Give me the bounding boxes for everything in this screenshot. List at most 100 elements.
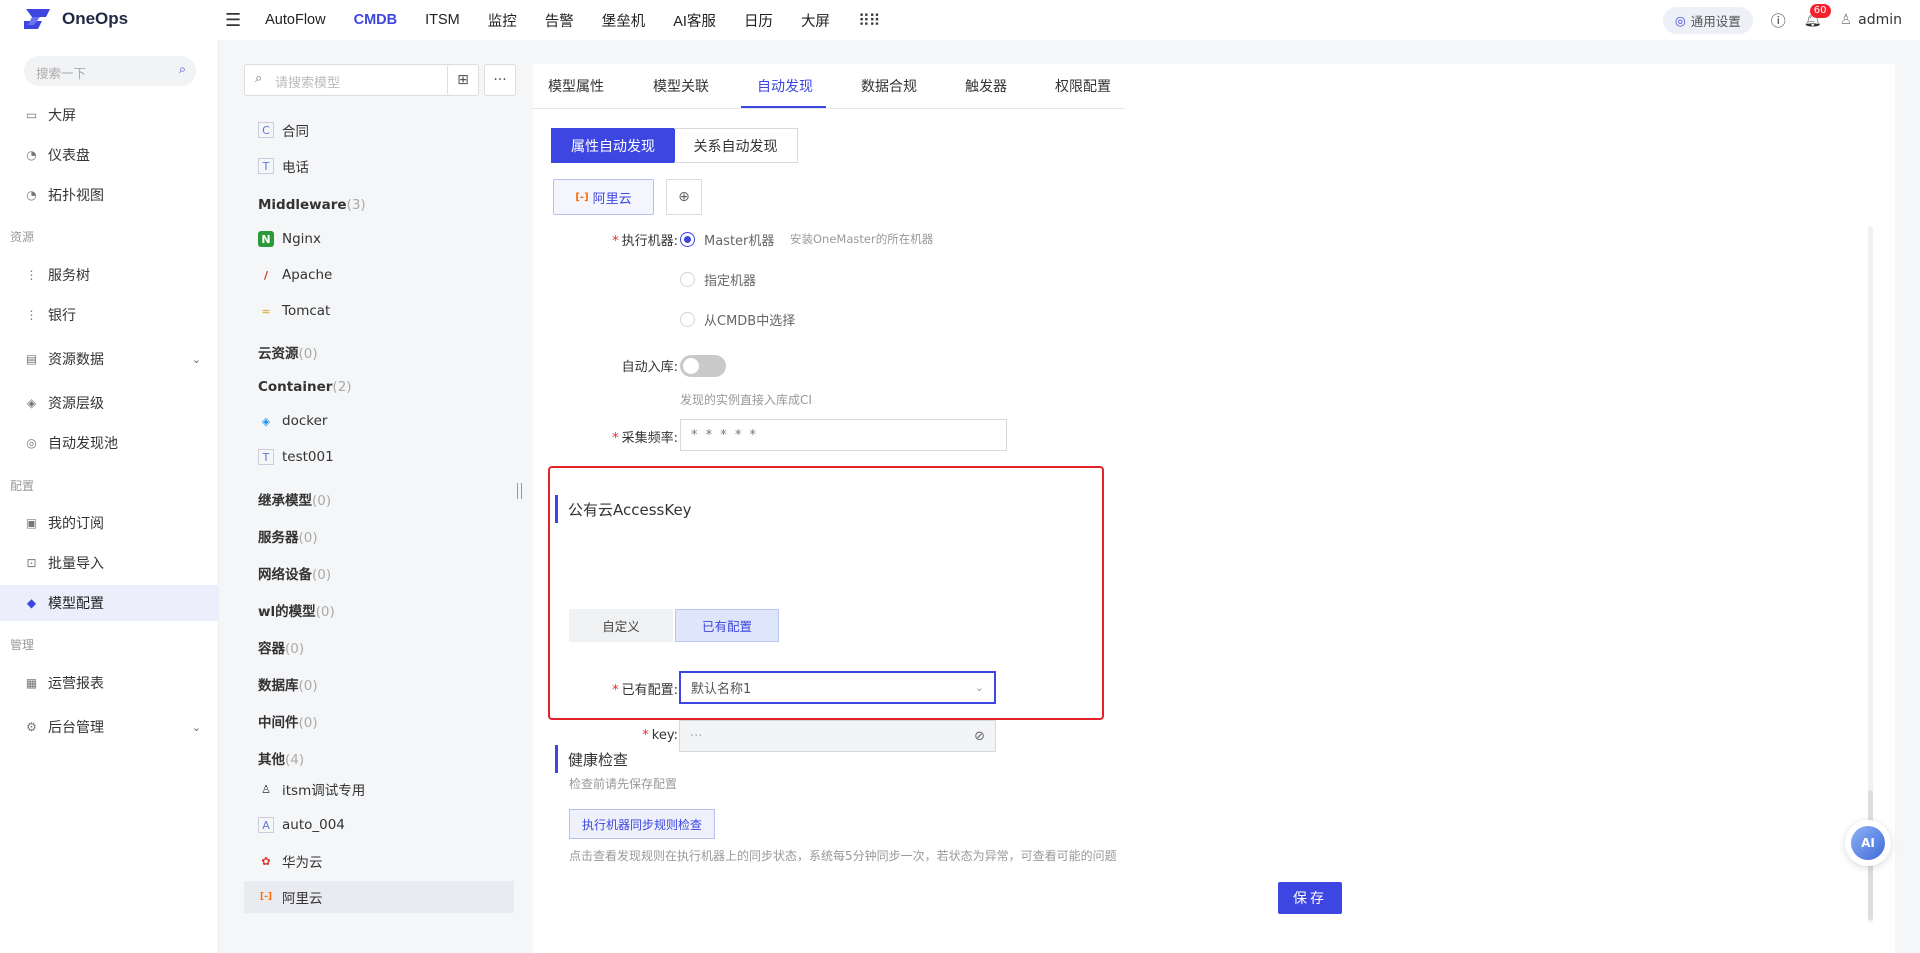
tree-group-wl[interactable]: wl的模型(0) (258, 600, 335, 620)
tab-model-relations[interactable]: 模型关联 (653, 76, 709, 96)
tab-auto-discover[interactable]: 自动发现 (757, 76, 813, 96)
tab-triggers[interactable]: 触发器 (965, 76, 1007, 96)
tree-group-container[interactable]: Container(2) (258, 379, 352, 395)
add-chip-button[interactable]: ⊕ (666, 179, 702, 215)
key-label: * key: (642, 728, 678, 743)
sidebar-item-label: 拓扑视图 (48, 188, 104, 204)
tree-item-test001[interactable]: Ttest001 (258, 445, 334, 469)
panel-resize-handle[interactable] (517, 483, 522, 499)
nav-cmdb[interactable]: CMDB (354, 12, 398, 28)
search-icon: ⌕ (178, 61, 186, 76)
save-button[interactable]: 保存 (1278, 882, 1342, 914)
tree-item-contract[interactable]: C 合同 (258, 118, 309, 142)
tree-item-label: docker (282, 413, 328, 429)
user-name[interactable]: admin (1858, 12, 1902, 28)
model-search-placeholder: 请搜索模型 (275, 76, 341, 91)
tree-item-aliyun[interactable]: [-] 阿里云 (258, 885, 322, 909)
relation-discover-button[interactable]: 关系自动发现 (674, 128, 798, 163)
bank-icon: ⋮ (25, 308, 38, 322)
tree-group-middleware[interactable]: Middleware(3) (258, 197, 366, 213)
notification-bell-icon[interactable]: 🔔︎ 60 (1804, 4, 1831, 28)
tree-item-nginx[interactable]: N Nginx (258, 227, 321, 251)
logo[interactable]: OneOps (22, 7, 128, 31)
help-icon[interactable]: ⓘ (1771, 10, 1786, 31)
sidebar-item-service-tree[interactable]: ⋮ 服务树 (0, 257, 219, 293)
tree-item-label: 电话 (282, 160, 309, 176)
radio-master[interactable] (680, 232, 695, 247)
radio-cmdb[interactable] (680, 312, 695, 327)
attr-discover-button[interactable]: 属性自动发现 (551, 128, 675, 163)
auto-store-hint: 发现的实例直接入库成CI (680, 393, 812, 407)
tree-group-label: 云资源 (258, 346, 299, 362)
tree-group-cloud[interactable]: 云资源(0) (258, 342, 318, 362)
general-settings-button[interactable]: ◎ 通用设置 (1662, 6, 1753, 34)
tree-group-count: (4) (285, 752, 305, 768)
sidebar-item-resource-layers[interactable]: ◈ 资源层级 (0, 385, 219, 421)
top-right: ◎ 通用设置 ⓘ 🔔︎ 60 ♙ admin (1662, 0, 1902, 40)
sidebar-item-discover-pool[interactable]: ◎ 自动发现池 (0, 425, 219, 461)
apps-grid-icon[interactable]: ⠿⠿ (858, 11, 880, 30)
key-input[interactable]: ··· ⊘ (679, 720, 996, 752)
tree-item-apache[interactable]: / Apache (258, 263, 332, 287)
sidebar-item-bigscreen[interactable]: ▭ 大屏 (0, 97, 219, 133)
health-check-hint: 检查前请先保存配置 (569, 777, 678, 791)
tree-group-other[interactable]: 其他(4) (258, 748, 304, 768)
tree-item-itsm-debug[interactable]: ♙ itsm调试专用 (258, 777, 365, 801)
seg-existing-button[interactable]: 已有配置 (675, 609, 779, 642)
sidebar-item-topology[interactable]: ◔ 拓扑视图 (0, 177, 219, 213)
tree-group-middleware-cn[interactable]: 中间件(0) (258, 711, 318, 731)
tab-model-attributes[interactable]: 模型属性 (548, 76, 604, 96)
tree-item-tomcat[interactable]: ≈ Tomcat (258, 299, 330, 323)
tab-permissions[interactable]: 权限配置 (1055, 76, 1111, 96)
radio-specify[interactable] (680, 272, 695, 287)
tree-item-huawei-cloud[interactable]: ✿ 华为云 (258, 849, 322, 873)
sidebar-item-ops-report[interactable]: ▦ 运营报表 (0, 665, 219, 701)
frequency-label-text: 采集频率 (621, 431, 674, 446)
sidebar-item-admin[interactable]: ⚙ 后台管理 ⌄ (0, 709, 219, 745)
nav-calendar[interactable]: 日历 (744, 10, 773, 31)
frequency-input[interactable]: * * * * * (680, 419, 1007, 451)
tree-group-network[interactable]: 网络设备(0) (258, 563, 331, 583)
active-tab-underline (741, 106, 826, 108)
eye-off-icon[interactable]: ⊘ (974, 729, 985, 744)
sidebar-item-resource-data[interactable]: ▤ 资源数据 ⌄ (0, 341, 219, 377)
sidebar-item-bank[interactable]: ⋮ 银行 (0, 297, 219, 333)
tree-group-inherit[interactable]: 继承模型(0) (258, 489, 331, 509)
aliyun-chip[interactable]: [-] 阿里云 (553, 179, 654, 215)
seg-custom-button[interactable]: 自定义 (569, 609, 673, 642)
nav-autoflow[interactable]: AutoFlow (265, 12, 325, 28)
sidebar-item-batch-import[interactable]: ⊡ 批量导入 (0, 545, 219, 581)
tree-structure-button[interactable]: ⊞ (447, 64, 479, 96)
more-button[interactable]: ··· (484, 64, 516, 96)
nav-bigscreen[interactable]: 大屏 (801, 10, 830, 31)
existing-config-select[interactable]: 默认名称1 ⌄ (679, 671, 996, 704)
sidebar-item-subscription[interactable]: ▣ 我的订阅 (0, 505, 219, 541)
tree-group-containers[interactable]: 容器(0) (258, 637, 304, 657)
aliyun-chip-label: 阿里云 (592, 191, 632, 207)
nav-bastion[interactable]: 堡垒机 (602, 10, 646, 31)
tree-group-server[interactable]: 服务器(0) (258, 526, 318, 546)
existing-config-value: 默认名称1 (691, 682, 752, 697)
sync-check-button[interactable]: 执行机器同步规则检查 (569, 809, 715, 839)
menu-toggle-icon[interactable]: ☰ (225, 10, 241, 31)
tree-structure-icon: ⊞ (457, 72, 469, 88)
nav-ai-service[interactable]: AI客服 (673, 10, 716, 31)
auto-store-toggle[interactable] (680, 355, 726, 377)
tree-item-docker[interactable]: ◈ docker (258, 409, 328, 433)
nav-alert[interactable]: 告警 (545, 10, 574, 31)
layers-icon: ◈ (26, 396, 37, 410)
tab-data-compliance[interactable]: 数据合规 (861, 76, 917, 96)
sidebar-item-model-config[interactable]: ◆ 模型配置 (0, 585, 219, 621)
bookmark-icon: ▣ (25, 516, 38, 530)
sidebar-search-input[interactable]: 搜索一下 ⌕ (24, 56, 196, 86)
nav-itsm[interactable]: ITSM (425, 12, 460, 28)
model-search-input[interactable]: ⌕ 请搜索模型 (244, 64, 459, 96)
tree-group-label: wl的模型 (258, 604, 316, 620)
tree-group-database[interactable]: 数据库(0) (258, 674, 318, 694)
nav-monitor[interactable]: 监控 (488, 10, 517, 31)
tree-icon: ⋮ (25, 268, 38, 282)
tree-item-auto004[interactable]: Aauto_004 (258, 813, 345, 837)
tree-item-phone[interactable]: T 电话 (258, 154, 309, 178)
sidebar-item-dashboard[interactable]: ◔ 仪表盘 (0, 137, 219, 173)
ai-assistant-button[interactable]: AI (1845, 820, 1891, 866)
